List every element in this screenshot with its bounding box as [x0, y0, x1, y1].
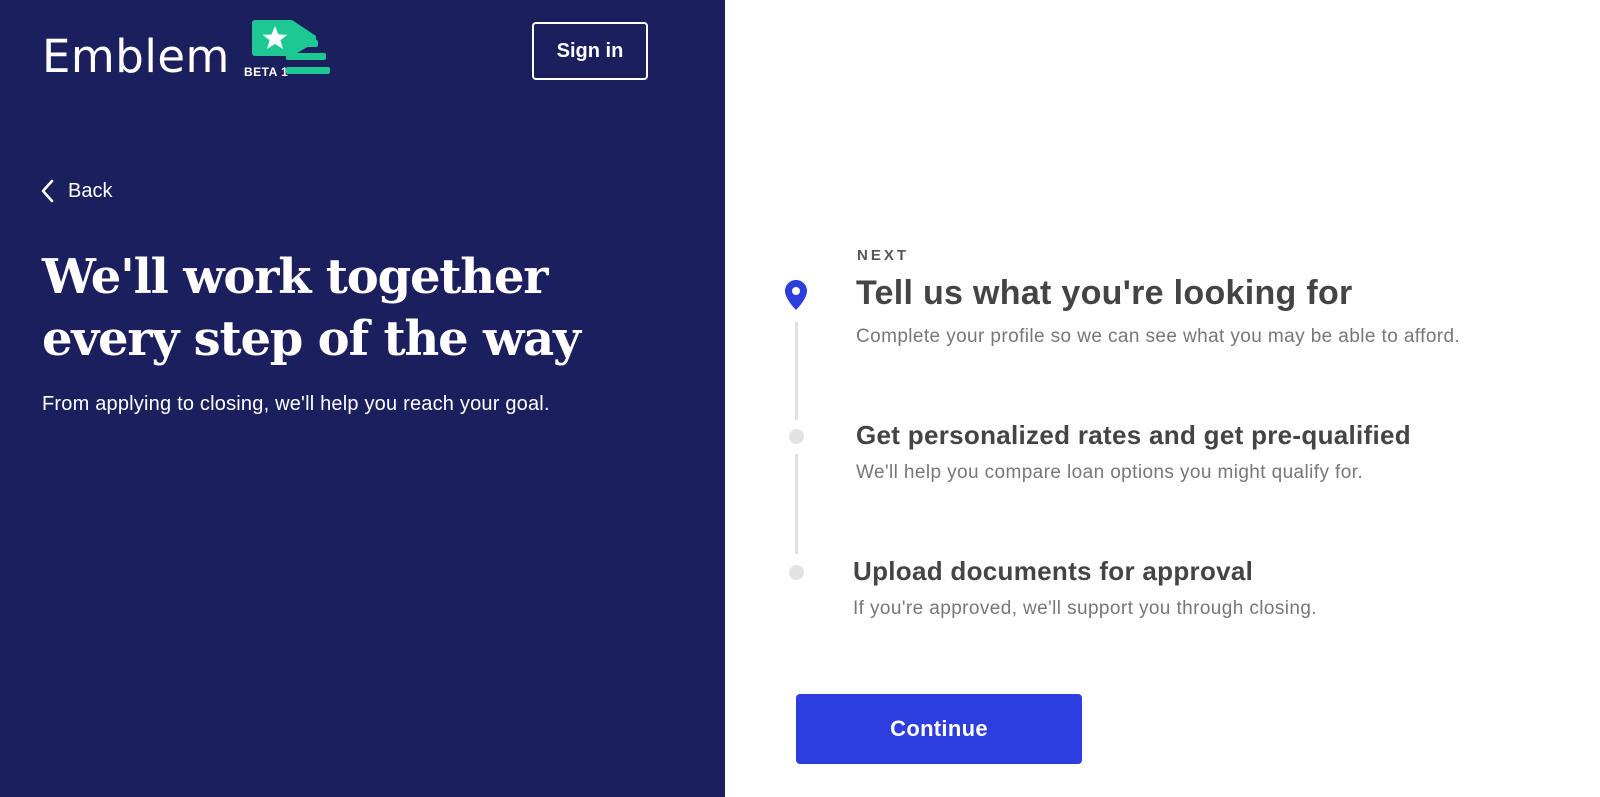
sign-in-button[interactable]: Sign in — [532, 22, 648, 80]
step-title: Upload documents for approval — [853, 556, 1254, 586]
step-dot — [789, 429, 804, 444]
progress-track — [795, 322, 798, 420]
step-dot — [789, 565, 804, 580]
emblem-logo[interactable]: Emblem BETA 1 — [42, 20, 342, 82]
step-description: If you're approved, we'll support you th… — [853, 598, 1317, 619]
chevron-left-icon — [41, 179, 54, 203]
back-label: Back — [68, 179, 113, 202]
next-step-label: NEXT — [857, 247, 910, 264]
continue-button[interactable]: Continue — [796, 694, 1082, 764]
progress-track — [795, 454, 798, 554]
logo-wordmark: Emblem — [42, 30, 230, 83]
page-headline: We'll work together every step of the wa… — [42, 249, 581, 367]
step-title-current: Tell us what you're looking for — [856, 274, 1353, 312]
step-description: Complete your profile so we can see what… — [856, 326, 1461, 347]
beta-badge: BETA 1 — [244, 65, 289, 79]
page-subheadline: From applying to closing, we'll help you… — [42, 393, 550, 415]
intro-panel: Emblem BETA 1 Sign in Back We'll work to… — [0, 0, 725, 797]
location-pin-icon — [785, 280, 807, 310]
back-link[interactable]: Back — [40, 176, 112, 206]
step-description: We'll help you compare loan options you … — [856, 462, 1364, 483]
step-title: Get personalized rates and get pre-quali… — [856, 420, 1411, 450]
steps-panel: NEXT Tell us what you're looking for Com… — [725, 0, 1600, 797]
